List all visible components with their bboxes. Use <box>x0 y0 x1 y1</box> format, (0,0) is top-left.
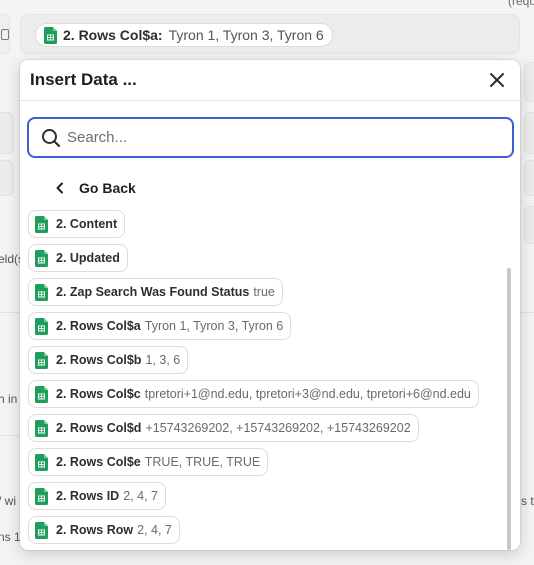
panel-header: Insert Data ... <box>20 60 520 101</box>
search-input[interactable] <box>67 119 512 156</box>
data-field-sample-value: true <box>253 285 275 299</box>
go-back-label: Go Back <box>79 180 136 196</box>
list-scrollbar[interactable] <box>507 268 511 550</box>
google-sheets-icon <box>35 453 48 471</box>
close-icon <box>490 73 504 87</box>
data-field-sample-value: +15743269202, +15743269202, +15743269202 <box>145 421 411 435</box>
data-field-sample-value: 1, 3, 6 <box>145 353 181 367</box>
google-sheets-icon <box>35 215 48 233</box>
background-text-fragment: s to <box>521 494 534 508</box>
data-field-sample-value: 2, 4, 7 <box>123 489 158 503</box>
background-input-left <box>0 112 14 154</box>
background-text-fragment: / wi <box>0 494 16 508</box>
background-divider <box>0 435 20 436</box>
data-field-list: 2. Content 2. Updated 2. Zap Search Was … <box>28 210 508 544</box>
panel-title: Insert Data ... <box>30 70 137 89</box>
data-field-label: 2. Rows Col$e <box>56 455 141 469</box>
background-text-fragment: h in <box>0 392 18 406</box>
data-field-item[interactable]: 2. Zap Search Was Found Status true <box>28 278 283 306</box>
mapped-field-input[interactable]: 2. Rows Col$a: Tyron 1, Tyron 3, Tyron 6 <box>20 14 520 54</box>
data-field-label: 2. Rows Col$c <box>56 387 141 401</box>
data-field-label: 2. Zap Search Was Found Status <box>56 285 250 299</box>
data-field-item[interactable]: 2. Rows Col$e TRUE, TRUE, TRUE <box>28 448 269 476</box>
data-field-item[interactable]: 2. Rows Row 2, 4, 7 <box>28 516 180 544</box>
data-field-sample-value: Tyron 1, Tyron 3, Tyron 6 <box>144 319 284 333</box>
chevron-left-icon <box>56 182 63 194</box>
google-sheets-icon <box>35 249 48 267</box>
background-divider <box>0 312 20 313</box>
data-field-label: 2. Rows Col$d <box>56 421 142 435</box>
google-sheets-icon <box>35 521 48 539</box>
data-field-sample-value: tpretori+1@nd.edu, tpretori+3@nd.edu, tp… <box>144 387 471 401</box>
data-field-label: 2. Rows ID <box>56 489 120 503</box>
background-input-right <box>524 206 534 244</box>
required-hint: (requ <box>507 0 534 8</box>
background-text-fragment: ns 1 <box>0 530 21 544</box>
search-field[interactable] <box>27 117 514 158</box>
mapped-field-label: 2. Rows Col$a: <box>63 27 163 43</box>
data-field-item[interactable]: 2. Rows Col$b 1, 3, 6 <box>28 346 189 374</box>
google-sheets-icon <box>35 351 48 369</box>
insert-data-panel: Insert Data ... Go Back 2 <box>20 60 520 550</box>
data-field-label: 2. Updated <box>56 251 120 265</box>
background-input-right <box>524 112 534 154</box>
data-field-item[interactable]: 2. Rows Col$c tpretori+1@nd.edu, tpretori… <box>28 380 479 408</box>
mapped-field-value: Tyron 1, Tyron 3, Tyron 6 <box>168 27 324 43</box>
google-sheets-icon <box>35 385 48 403</box>
data-field-label: 2. Rows Row <box>56 523 134 537</box>
field-type-icon <box>0 14 10 54</box>
data-field-item[interactable]: 2. Content <box>28 210 126 238</box>
mapped-field-pill[interactable]: 2. Rows Col$a: Tyron 1, Tyron 3, Tyron 6 <box>35 23 333 47</box>
background-input-right <box>524 62 534 102</box>
google-sheets-icon <box>35 283 48 301</box>
data-field-label: 2. Rows Col$b <box>56 353 142 367</box>
data-field-item[interactable]: 2. Rows Col$d +15743269202, +15743269202,… <box>28 414 419 442</box>
data-field-item[interactable]: 2. Rows ID 2, 4, 7 <box>28 482 166 510</box>
data-field-sample-value: TRUE, TRUE, TRUE <box>144 455 261 469</box>
data-field-item[interactable]: 2. Updated <box>28 244 128 272</box>
data-field-sample-value: 2, 4, 7 <box>137 523 172 537</box>
data-field-label: 2. Content <box>56 217 118 231</box>
search-icon <box>42 128 61 147</box>
google-sheets-icon <box>35 487 48 505</box>
google-sheets-icon <box>35 419 48 437</box>
background-input-left <box>0 160 14 196</box>
google-sheets-icon <box>44 26 57 44</box>
go-back-button[interactable]: Go Back <box>55 178 136 198</box>
data-field-item[interactable]: 2. Rows Col$a Tyron 1, Tyron 3, Tyron 6 <box>28 312 292 340</box>
search-icon-wrapper <box>29 128 67 148</box>
close-button[interactable] <box>486 69 508 91</box>
background-divider <box>520 312 534 313</box>
data-field-label: 2. Rows Col$a <box>56 319 141 333</box>
google-sheets-icon <box>35 317 48 335</box>
background-input-right <box>524 160 534 196</box>
